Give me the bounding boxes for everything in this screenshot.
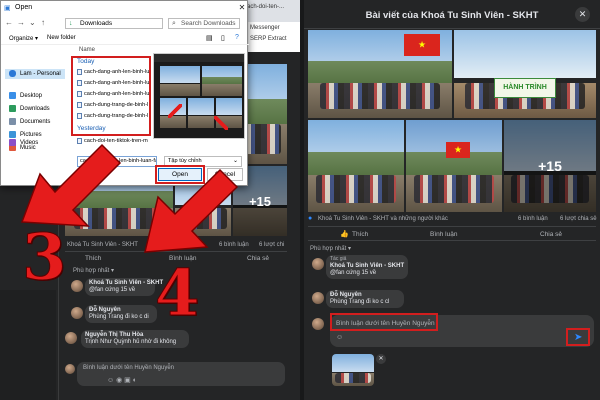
comments-count[interactable]: 6 bình luận [518,216,548,222]
divider [308,240,596,241]
divider [304,28,600,29]
flag-icon [404,34,440,56]
post-photo-more[interactable]: +15 [504,120,596,212]
comment-author[interactable]: Đỗ Nguyên [330,292,362,298]
divider [308,226,596,227]
annotation-arrow-3 [20,143,122,227]
share-button[interactable]: Chia sẻ [540,231,562,238]
remove-attachment-icon[interactable]: ✕ [376,354,386,364]
close-icon[interactable]: ✕ [575,7,590,22]
avatar [312,318,324,330]
comment-author[interactable]: Khoá Tu Sinh Viên - SKHT [330,263,404,269]
reactions-summary[interactable]: Khoá Tu Sinh Viên - SKHT và những người … [318,216,448,222]
banner-sign: HÀNH TRÌNH [494,78,556,98]
author-badge: Tác giả [330,256,347,262]
highlight-box [566,328,590,346]
screenshot-root: cach-doi-ten-... Messenger Messenger SER… [0,0,600,400]
avatar[interactable] [312,292,324,304]
comment-button[interactable]: Bình luận [430,231,457,238]
step-number-3: 3 [22,220,68,295]
comment-text: @fan cứng 15 về [330,270,377,276]
comment-text: Phùng Trang đi ko c cl [330,299,390,305]
highlight-box [330,313,438,331]
like-icon: 👍 [340,231,349,238]
avatar[interactable] [312,258,324,270]
modal-title: Bài viết của Khoá Tu Sinh Viên - SKHT [365,10,539,21]
post-photo[interactable]: HÀNH TRÌNH [454,30,596,118]
more-photos-count: +15 [504,120,596,212]
post-photo[interactable] [406,120,502,212]
post-photo[interactable] [308,30,452,118]
shares-count[interactable]: 6 lượt chia sẻ [560,216,597,222]
like-button[interactable]: Thích [352,231,368,238]
flag-icon [446,142,470,158]
annotation-arrow-4 [144,168,239,253]
post-modal: Bài viết của Khoá Tu Sinh Viên - SKHT ✕ … [304,0,600,400]
like-reaction-icon: ● [308,215,313,222]
post-photo[interactable] [308,120,404,212]
comment-bubble: Tác giả Khoá Tu Sinh Viên - SKHT @fan cứ… [326,255,408,279]
attached-image-thumbnail[interactable] [332,354,374,386]
comment-bubble: Đỗ Nguyên Phùng Trang đi ko c cl [326,290,404,308]
step-number-4: 4 [155,256,201,331]
comment-sort-dropdown[interactable]: Phù hợp nhất ▾ [310,245,351,252]
emoji-icon[interactable]: ☺ [336,334,343,341]
